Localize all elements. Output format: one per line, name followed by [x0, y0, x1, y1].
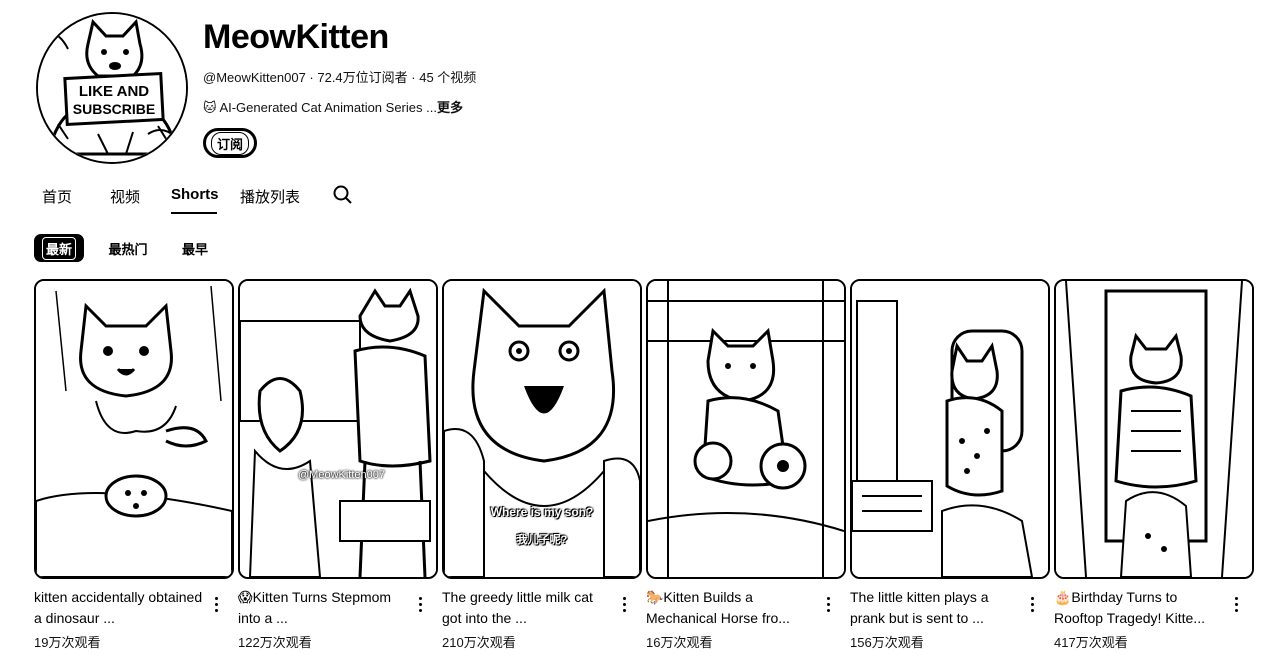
watermark-overlay: @MeowKitten007 — [298, 469, 385, 481]
short-card[interactable]: 🐎Kitten Builds a Mechanical Horse fro...… — [646, 279, 846, 650]
avatar-text-1: LIKE AND — [79, 83, 149, 100]
short-thumbnail[interactable] — [1054, 279, 1254, 579]
active-tab-indicator — [171, 212, 217, 214]
more-options-icon[interactable] — [210, 595, 222, 615]
short-title[interactable]: 🐎Kitten Builds a Mechanical Horse fro... — [646, 587, 816, 629]
channel-name: MeowKitten — [203, 18, 389, 56]
short-views: 19万次观看 — [34, 635, 101, 650]
short-thumbnail[interactable]: @MeowKitten007 — [238, 279, 438, 579]
chip-popular[interactable]: 最热门 — [106, 234, 150, 262]
short-title[interactable]: 🎂Birthday Turns to Rooftop Tragedy! Kitt… — [1054, 587, 1224, 629]
subscribe-button[interactable]: 订阅 — [203, 128, 257, 158]
chip-oldest[interactable]: 最早 — [180, 234, 210, 262]
avatar-text-2: SUBSCRIBE — [73, 101, 155, 117]
short-thumbnail[interactable]: Where is my son? 我儿子呢? — [442, 279, 642, 579]
short-views: 156万次观看 — [850, 635, 924, 650]
short-views: 122万次观看 — [238, 635, 312, 650]
more-options-icon[interactable] — [1026, 595, 1038, 615]
channel-tabs: 首页 视频 Shorts 播放列表 — [0, 178, 1280, 214]
short-views: 417万次观看 — [1054, 635, 1128, 650]
tab-home[interactable]: 首页 — [42, 186, 72, 207]
short-card[interactable]: The little kitten plays a prank but is s… — [850, 279, 1050, 650]
tab-videos[interactable]: 视频 — [110, 186, 140, 207]
description-text: 🐱 AI-Generated Cat Animation Series ... — [203, 100, 437, 115]
more-options-icon[interactable] — [822, 595, 834, 615]
search-icon[interactable] — [332, 184, 354, 206]
short-thumbnail[interactable] — [850, 279, 1050, 579]
more-options-icon[interactable] — [414, 595, 426, 615]
short-title[interactable]: The greedy little milk cat got into the … — [442, 587, 612, 629]
more-link[interactable]: 更多 — [437, 100, 463, 115]
channel-description[interactable]: 🐱 AI-Generated Cat Animation Series ...更… — [203, 97, 463, 116]
short-title[interactable]: 😱Kitten Turns Stepmom into a ... — [238, 587, 408, 629]
short-card[interactable]: @MeowKitten007 😱Kitten Turns Stepmom int… — [238, 279, 438, 650]
short-card[interactable]: kitten accidentally obtained a dinosaur … — [34, 279, 234, 650]
short-views: 16万次观看 — [646, 635, 713, 650]
short-card[interactable]: Where is my son? 我儿子呢? The greedy little… — [442, 279, 642, 650]
chip-latest[interactable]: 最新 — [34, 234, 84, 262]
short-title[interactable]: kitten accidentally obtained a dinosaur … — [34, 587, 204, 629]
channel-meta: @MeowKitten007 · 72.4万位订阅者 · 45 个视频 — [203, 70, 477, 85]
channel-avatar[interactable]: LIKE AND SUBSCRIBE — [36, 12, 188, 164]
short-views: 210万次观看 — [442, 635, 516, 650]
avatar-cat-illustration: LIKE AND SUBSCRIBE — [38, 14, 186, 162]
short-card[interactable]: 🎂Birthday Turns to Rooftop Tragedy! Kitt… — [1054, 279, 1254, 650]
short-thumbnail[interactable] — [646, 279, 846, 579]
subtitle-english: Where is my son? — [490, 505, 594, 519]
chip-latest-label: 最新 — [42, 236, 77, 260]
subtitle-chinese: 我儿子呢? — [516, 534, 568, 546]
tab-shorts[interactable]: Shorts — [171, 186, 219, 203]
short-thumbnail[interactable] — [34, 279, 234, 579]
tab-playlists[interactable]: 播放列表 — [240, 186, 300, 207]
short-title[interactable]: The little kitten plays a prank but is s… — [850, 587, 1020, 629]
more-options-icon[interactable] — [1230, 595, 1242, 615]
subscribe-label: 订阅 — [210, 131, 249, 155]
more-options-icon[interactable] — [618, 595, 630, 615]
